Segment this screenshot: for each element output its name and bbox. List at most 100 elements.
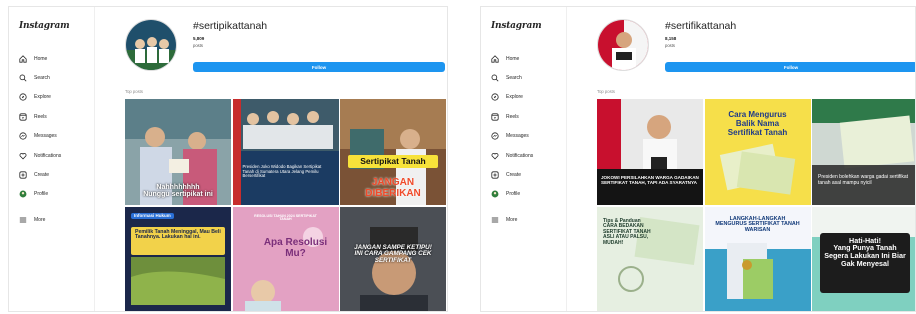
post-tile[interactable]: Informasi Hukum Pemilik Tanah Meninggal,… (125, 206, 231, 311)
sidebar-item-profile[interactable]: Profile (491, 185, 533, 204)
post-caption: LANGKAH-LANGKAH MENGURUS SERTIFIKAT TANA… (715, 215, 800, 234)
sidebar-item-home[interactable]: Home (19, 49, 61, 68)
post-caption: Pemilik Tanah Meninggal, Mau Beli Tanahn… (135, 228, 221, 241)
explore-icon (491, 93, 499, 102)
home-icon (19, 54, 27, 63)
sidebar-item-label: Explore (34, 94, 51, 101)
hashtag-title: #sertipikattanah (193, 20, 268, 32)
sidebar-item-label: Profile (506, 191, 521, 198)
sidebar-item-label: Notifications (34, 152, 62, 159)
post-tile[interactable]: Presiden bolehkan warga gadai sertifikat… (812, 99, 915, 205)
comparison-stage: Instagram Home Search Explore Reels Mess… (0, 0, 916, 314)
menu-icon (19, 216, 27, 224)
search-icon (19, 74, 27, 82)
sidebar-nav: Home Search Explore Reels Messages Notif… (19, 49, 61, 230)
sidebar-item-label: More (34, 216, 46, 223)
sidebar-item-label: Search (34, 75, 50, 82)
post-tile[interactable]: JANGAN SAMPE KETIPU! INI CARA GAMPANG CE… (340, 206, 446, 311)
post-tile[interactable]: Hati-Hati! Yang Punya Tanah Segera Lakuk… (812, 206, 915, 311)
post-tile[interactable]: JOKOWI PERSILAHKAN WARGA GADAIKAN SERTIF… (597, 99, 703, 205)
heart-icon (19, 152, 27, 160)
sidebar-item-label: Notifications (506, 152, 534, 159)
sidebar-item-messages[interactable]: Messages (19, 127, 61, 146)
post-caption: JANGAN SAMPE KETIPU! INI CARA GAMPANG CE… (354, 243, 432, 265)
sidebar-item-search[interactable]: Search (19, 68, 61, 87)
sidebar-item-label: Reels (506, 113, 519, 120)
post-tile[interactable]: Tips & Panduan CARA BEDAKAN SERTIFIKAT T… (597, 206, 703, 311)
search-icon (491, 74, 499, 82)
create-icon (491, 171, 499, 179)
explore-icon (19, 93, 27, 102)
hashtag-main: #sertipikattanah 5,809 posts Follow Top … (95, 7, 447, 311)
post-caption: Apa Resolusi Mu? (263, 236, 328, 259)
reels-icon (19, 113, 27, 121)
sidebar-item-notifications[interactable]: Notifications (491, 146, 533, 165)
messages-icon (491, 132, 499, 140)
sidebar-item-create[interactable]: Create (491, 165, 533, 184)
create-icon (19, 171, 27, 179)
post-badge: Informasi Hukum (131, 212, 174, 220)
follow-button[interactable]: Follow (193, 62, 445, 72)
sidebar-item-label: Create (506, 172, 522, 179)
sidebar-item-reels[interactable]: Reels (19, 107, 61, 126)
sidebar-item-label: Search (506, 75, 522, 82)
sidebar-item-more[interactable]: More (491, 210, 533, 229)
sidebar-item-create[interactable]: Create (19, 165, 61, 184)
home-icon (491, 54, 499, 63)
top-posts-label: Top posts (125, 89, 143, 94)
sidebar-item-label: Messages (34, 133, 57, 140)
post-badge: RESOLUSI TAHUN 2024 SERTIPIKAT TANAH (254, 213, 317, 222)
sidebar-item-reels[interactable]: Reels (491, 107, 533, 126)
post-caption: Hati-Hati! Yang Punya Tanah Segera Lakuk… (824, 235, 906, 269)
menu-icon (491, 216, 499, 224)
sidebar: Instagram Home Search Explore Reels Mess… (9, 7, 95, 311)
sidebar-item-label: Reels (34, 113, 47, 120)
hashtag-title: #sertifikattanah (665, 20, 737, 32)
post-tile[interactable]: Nahhhhhhhh Nunggu sertipikat ini (125, 99, 231, 205)
sidebar-item-notifications[interactable]: Notifications (19, 146, 61, 165)
instagram-logo[interactable]: Instagram (491, 21, 542, 31)
messages-icon (19, 132, 27, 140)
instagram-screen-sertipikattanah: Instagram Home Search Explore Reels Mess… (8, 6, 448, 312)
post-caption: Tips & Panduan CARA BEDAKAN SERTIFIKAT T… (603, 217, 651, 246)
sidebar-item-profile[interactable]: Profile (19, 185, 61, 204)
post-caption: Presiden bolehkan warga gadai sertifikat… (818, 174, 909, 186)
sidebar-item-home[interactable]: Home (491, 49, 533, 68)
profile-icon (19, 190, 27, 198)
post-tile[interactable]: Presiden Joko Widodo Bagikan Sertipikat … (232, 99, 339, 205)
post-tile[interactable]: Sertipikat Tanah JANGAN DIBERIKAN (340, 99, 446, 205)
post-tile[interactable]: RESOLUSI TAHUN 2024 SERTIPIKAT TANAH Apa… (232, 206, 339, 311)
post-tile[interactable]: LANGKAH-LANGKAH MENGURUS SERTIFIKAT TANA… (704, 206, 811, 311)
post-count-label: posts (665, 43, 676, 48)
sidebar-item-explore[interactable]: Explore (491, 88, 533, 107)
sidebar-item-label: Create (34, 172, 50, 179)
instagram-screen-sertifikattanah: Instagram Home Search Explore Reels Mess… (480, 6, 916, 312)
heart-icon (491, 152, 499, 160)
sidebar-item-search[interactable]: Search (491, 68, 533, 87)
follow-button[interactable]: Follow (665, 62, 915, 72)
profile-icon (491, 190, 499, 198)
hashtag-avatar (125, 19, 177, 71)
sidebar-item-label: Explore (506, 94, 523, 101)
post-caption: Nahhhhhhhh Nunggu sertipikat ini (143, 183, 213, 199)
post-tile[interactable]: Cara Mengurus Balik Nama Sertifikat Tana… (704, 99, 811, 205)
sidebar: Instagram Home Search Explore Reels Mess… (481, 7, 567, 311)
sidebar-nav: Home Search Explore Reels Messages Notif… (491, 49, 533, 230)
instagram-logo[interactable]: Instagram (19, 21, 70, 31)
sidebar-item-messages[interactable]: Messages (491, 127, 533, 146)
sidebar-item-label: Home (34, 55, 48, 62)
sidebar-item-label: Home (506, 55, 520, 62)
sidebar-item-label: More (506, 216, 518, 223)
post-count: 5,809 (193, 36, 205, 41)
sidebar-item-more[interactable]: More (19, 210, 61, 229)
sidebar-item-explore[interactable]: Explore (19, 88, 61, 107)
post-caption-bottom: JANGAN DIBERIKAN (365, 177, 421, 199)
post-caption: Cara Mengurus Balik Nama Sertifikat Tana… (727, 110, 788, 137)
reels-icon (491, 113, 499, 121)
post-caption: JOKOWI PERSILAHKAN WARGA GADAIKAN SERTIF… (601, 175, 699, 186)
post-count-label: posts (193, 43, 204, 48)
post-caption-top: Sertipikat Tanah (348, 155, 438, 169)
post-count: 8,158 (665, 36, 677, 41)
top-posts-grid: JOKOWI PERSILAHKAN WARGA GADAIKAN SERTIF… (597, 99, 915, 311)
sidebar-item-label: Messages (506, 133, 529, 140)
